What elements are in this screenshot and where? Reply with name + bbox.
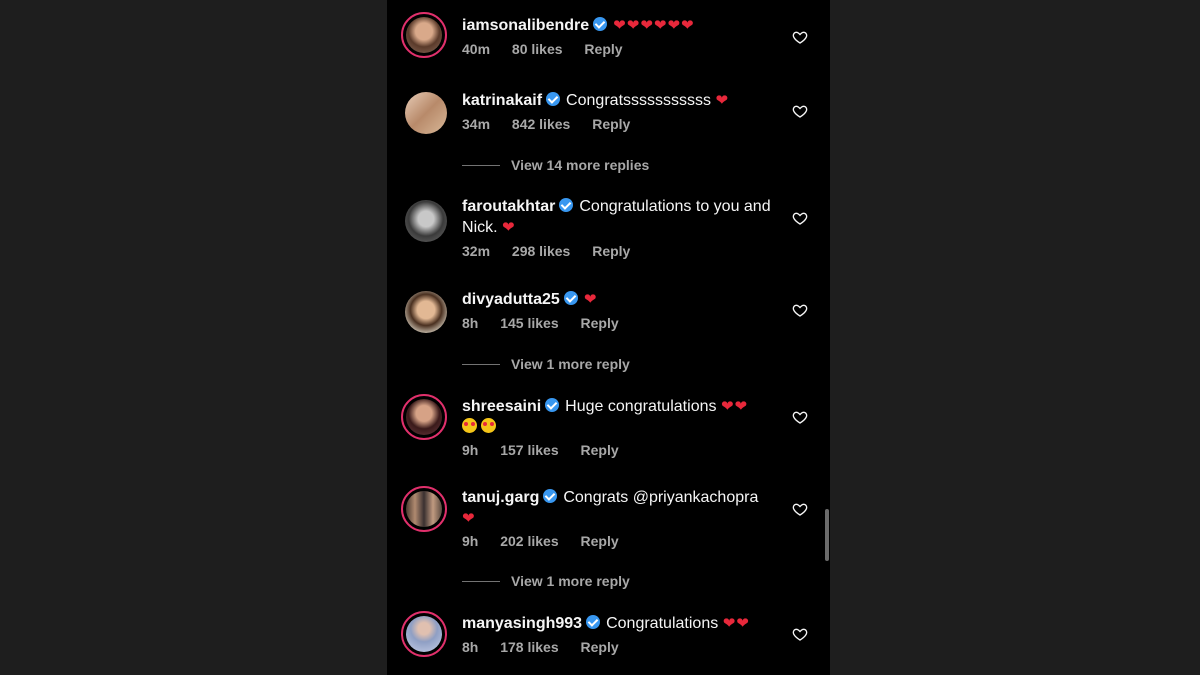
verified-badge-icon	[559, 198, 574, 212]
comment-time: 40m	[462, 41, 491, 57]
comment-username[interactable]: divyadutta25	[462, 291, 560, 308]
comment-username[interactable]: faroutakhtar	[462, 198, 555, 215]
avatar[interactable]	[401, 611, 447, 657]
like-heart-icon[interactable]	[792, 626, 808, 642]
comment-username[interactable]: shreesaini	[462, 398, 541, 415]
verified-badge-icon	[545, 398, 560, 412]
reply-button[interactable]: Reply	[581, 639, 619, 655]
comment-text: ❤❤❤❤❤❤	[613, 16, 695, 34]
comment-likes[interactable]: 298 likes	[512, 243, 570, 259]
comment-likes[interactable]: 157 likes	[500, 442, 558, 458]
comments-screen: iamsonalibendre ❤❤❤❤❤❤ 40m 80 likes Reply…	[387, 0, 830, 675]
comment-username[interactable]: katrinakaif	[462, 92, 542, 109]
like-heart-icon[interactable]	[792, 103, 808, 119]
like-heart-icon[interactable]	[792, 409, 808, 425]
reply-divider-line	[462, 363, 500, 365]
verified-badge-icon	[586, 615, 601, 629]
reply-button[interactable]: Reply	[581, 315, 619, 331]
view-more-replies[interactable]: View 14 more replies	[462, 157, 649, 173]
like-heart-icon[interactable]	[792, 501, 808, 517]
verified-badge-icon	[546, 92, 561, 106]
comment-time: 32m	[462, 243, 491, 259]
reply-button[interactable]: Reply	[581, 533, 619, 549]
comment-text: Congratulations to you and	[579, 198, 771, 215]
reply-button[interactable]: Reply	[592, 116, 630, 132]
comment-time: 8h	[462, 639, 479, 655]
like-heart-icon[interactable]	[792, 210, 808, 226]
comment-text: Huge congratulations ❤❤	[565, 397, 749, 415]
comment-likes[interactable]: 80 likes	[512, 41, 563, 57]
comment-text: ❤	[583, 290, 598, 308]
comment-username[interactable]: tanuj.garg	[462, 489, 539, 506]
avatar[interactable]	[401, 394, 447, 440]
view-more-replies[interactable]: View 1 more reply	[462, 356, 630, 372]
comment-text: Congrats @priyankachopra	[563, 489, 759, 506]
verified-badge-icon	[543, 489, 558, 503]
like-heart-icon[interactable]	[792, 29, 808, 45]
reply-button[interactable]: Reply	[592, 243, 630, 259]
comment-time: 34m	[462, 116, 491, 132]
reply-button[interactable]: Reply	[581, 442, 619, 458]
avatar[interactable]	[405, 200, 447, 242]
comment-time: 8h	[462, 315, 479, 331]
comment-text: Congratulations ❤❤	[606, 614, 750, 632]
verified-badge-icon	[563, 291, 578, 305]
reply-divider-line	[462, 164, 500, 166]
comment-username[interactable]: manyasingh993	[462, 615, 582, 632]
comment-likes[interactable]: 202 likes	[500, 533, 558, 549]
avatar[interactable]	[401, 12, 447, 58]
view-more-replies-label[interactable]: View 1 more reply	[511, 356, 630, 372]
like-heart-icon[interactable]	[792, 302, 808, 318]
avatar[interactable]	[401, 486, 447, 532]
verified-badge-icon	[593, 17, 608, 31]
comment-likes[interactable]: 178 likes	[500, 639, 558, 655]
view-more-replies[interactable]: View 1 more reply	[462, 573, 630, 589]
avatar[interactable]	[405, 92, 447, 134]
comment-text-continued: ❤	[462, 509, 476, 527]
comment-username[interactable]: iamsonalibendre	[462, 17, 589, 34]
comment-text-continued: Nick. ❤	[462, 218, 516, 236]
view-more-replies-label[interactable]: View 1 more reply	[511, 573, 630, 589]
comment-text: Congratsssssssssss ❤	[566, 91, 730, 109]
comment-time: 9h	[462, 533, 479, 549]
view-more-replies-label[interactable]: View 14 more replies	[511, 157, 649, 173]
reply-button[interactable]: Reply	[584, 41, 622, 57]
heart-eyes-emoji-icon	[462, 417, 782, 437]
comment-time: 9h	[462, 442, 479, 458]
scrollbar[interactable]	[825, 509, 829, 561]
comment-likes[interactable]: 145 likes	[500, 315, 558, 331]
comment-likes[interactable]: 842 likes	[512, 116, 570, 132]
avatar[interactable]	[405, 291, 447, 333]
reply-divider-line	[462, 580, 500, 582]
